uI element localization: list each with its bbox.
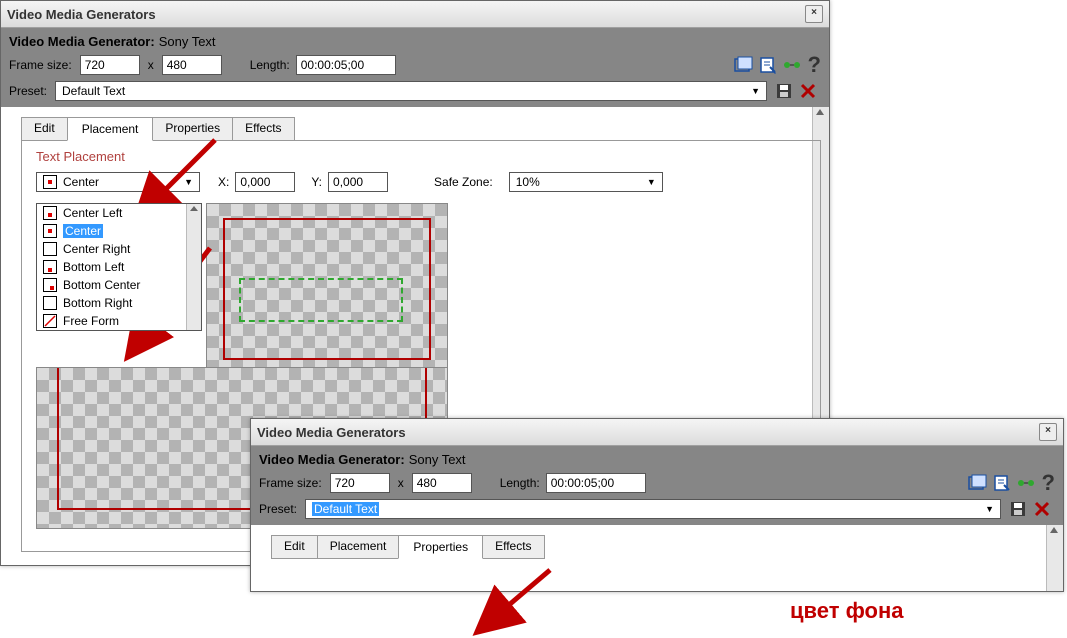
tab-effects[interactable]: Effects (232, 117, 294, 141)
safezone-label: Safe Zone: (434, 175, 493, 189)
preset-value: Default Text (62, 84, 125, 98)
help-icon[interactable]: ? (808, 56, 821, 74)
save-preset-icon[interactable] (1009, 500, 1029, 518)
option-bottom-center[interactable]: Bottom Center (37, 276, 186, 294)
replace-plugin-icon[interactable] (968, 474, 988, 492)
option-center-left[interactable]: Center Left (37, 204, 186, 222)
frame-size-label: Frame size: (9, 58, 72, 72)
y-input[interactable] (328, 172, 388, 192)
placement-dropdown: Center Left Center Center Right Bottom L… (36, 203, 202, 331)
x-label: X: (218, 175, 229, 189)
generator-name: Sony Text (159, 34, 216, 49)
option-bottom-right[interactable]: Bottom Right (37, 294, 186, 312)
annotation-text: цвет фона (790, 598, 904, 624)
y-label: Y: (311, 175, 322, 189)
chevron-down-icon: ▼ (985, 504, 994, 514)
length-input[interactable] (296, 55, 396, 75)
preset-label: Preset: (9, 84, 47, 98)
safezone-combo[interactable]: 10% ▼ (509, 172, 663, 192)
tab-edit[interactable]: Edit (21, 117, 68, 141)
save-preset-icon[interactable] (775, 82, 795, 100)
length-input[interactable] (546, 473, 646, 493)
tab-properties[interactable]: Properties (398, 535, 483, 559)
chevron-down-icon: ▼ (751, 86, 760, 96)
option-center-right[interactable]: Center Right (37, 240, 186, 258)
option-bottom-left[interactable]: Bottom Left (37, 258, 186, 276)
delete-preset-icon[interactable] (1033, 500, 1053, 518)
frame-width-input[interactable] (330, 473, 390, 493)
placement-combo-value: Center (63, 175, 99, 189)
tab-properties[interactable]: Properties (152, 117, 233, 141)
option-center[interactable]: Center (37, 222, 186, 240)
window-titlebar: Video Media Generators × (251, 419, 1063, 446)
placement-preview[interactable] (206, 203, 448, 375)
generator-name: Sony Text (409, 452, 466, 467)
frame-size-label: Frame size: (259, 476, 322, 490)
preset-combo[interactable]: Default Text ▼ (55, 81, 767, 101)
length-label: Length: (250, 58, 290, 72)
close-icon[interactable]: × (805, 5, 823, 23)
delete-preset-icon[interactable] (799, 82, 819, 100)
tab-placement[interactable]: Placement (317, 535, 400, 559)
tab-edit[interactable]: Edit (271, 535, 318, 559)
keyframe-toggle-icon[interactable] (1016, 474, 1036, 492)
frame-x-label: x (148, 58, 154, 72)
help-icon[interactable]: ? (1042, 474, 1055, 492)
properties-icon[interactable] (758, 56, 778, 74)
chevron-down-icon: ▼ (647, 177, 656, 187)
preset-combo[interactable]: Default Text ▼ (305, 499, 1001, 519)
safezone-value: 10% (516, 175, 540, 189)
tab-effects[interactable]: Effects (482, 535, 544, 559)
placement-combo[interactable]: Center ▼ (36, 172, 200, 192)
dropdown-scrollbar[interactable] (186, 204, 201, 330)
close-icon[interactable]: × (1039, 423, 1057, 441)
text-placement-legend: Text Placement (36, 149, 806, 164)
keyframe-toggle-icon[interactable] (782, 56, 802, 74)
preset-value: Default Text (312, 502, 379, 516)
window-title: Video Media Generators (7, 7, 156, 22)
x-input[interactable] (235, 172, 295, 192)
option-free-form[interactable]: Free Form (37, 312, 186, 330)
tab-placement[interactable]: Placement (67, 117, 154, 141)
preset-label: Preset: (259, 502, 297, 516)
window-title: Video Media Generators (257, 425, 406, 440)
chevron-down-icon: ▼ (184, 177, 193, 187)
generator-label: Video Media Generator: (9, 34, 155, 49)
properties-icon[interactable] (992, 474, 1012, 492)
replace-plugin-icon[interactable] (734, 56, 754, 74)
window-titlebar: Video Media Generators × (1, 1, 829, 28)
frame-x-label: x (398, 476, 404, 490)
generator-label: Video Media Generator: (259, 452, 405, 467)
frame-height-input[interactable] (162, 55, 222, 75)
frame-width-input[interactable] (80, 55, 140, 75)
frame-height-input[interactable] (412, 473, 472, 493)
length-label: Length: (500, 476, 540, 490)
